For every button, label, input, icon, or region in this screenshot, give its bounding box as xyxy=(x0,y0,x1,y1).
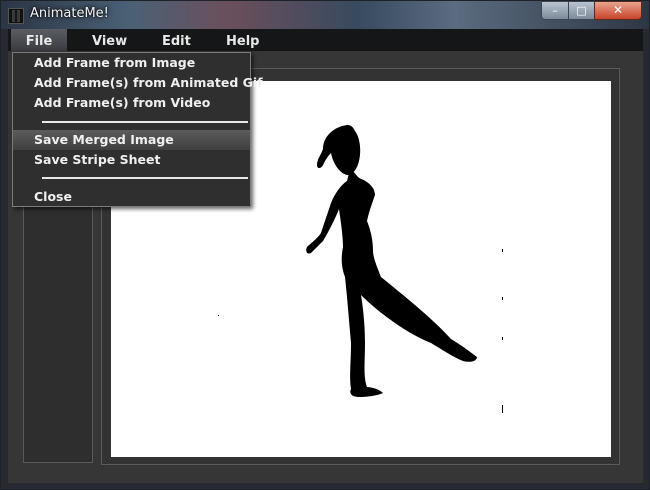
menu-view[interactable]: View xyxy=(92,29,127,51)
menu-item-add-frame-from-image[interactable]: Add Frame from Image xyxy=(13,53,250,73)
minimize-button[interactable]: – xyxy=(541,1,569,20)
menu-file[interactable]: File xyxy=(11,29,67,51)
file-menu-dropdown: Add Frame from Image Add Frame(s) from A… xyxy=(12,52,263,207)
menu-separator xyxy=(42,121,248,123)
app-icon[interactable] xyxy=(8,8,24,24)
menu-item-add-frames-from-video[interactable]: Add Frame(s) from Video xyxy=(13,93,250,113)
menu-item-add-frames-from-animated-gif[interactable]: Add Frame(s) from Animated Gif xyxy=(13,73,263,93)
menu-edit[interactable]: Edit xyxy=(162,29,191,51)
close-window-button[interactable]: ✕ xyxy=(594,1,642,20)
app-window: AnimateMe! – □ ✕ File View Edit Help Add… xyxy=(0,0,650,490)
menu-separator xyxy=(42,177,248,179)
window-title: AnimateMe! xyxy=(30,6,109,21)
menu-help[interactable]: Help xyxy=(226,29,259,51)
menu-bar: File View Edit Help xyxy=(8,29,643,51)
menu-item-save-merged-image[interactable]: Save Merged Image xyxy=(13,130,250,150)
menu-item-close[interactable]: Close xyxy=(13,187,250,207)
maximize-button[interactable]: □ xyxy=(568,1,595,20)
menu-item-save-stripe-sheet[interactable]: Save Stripe Sheet xyxy=(13,150,250,170)
